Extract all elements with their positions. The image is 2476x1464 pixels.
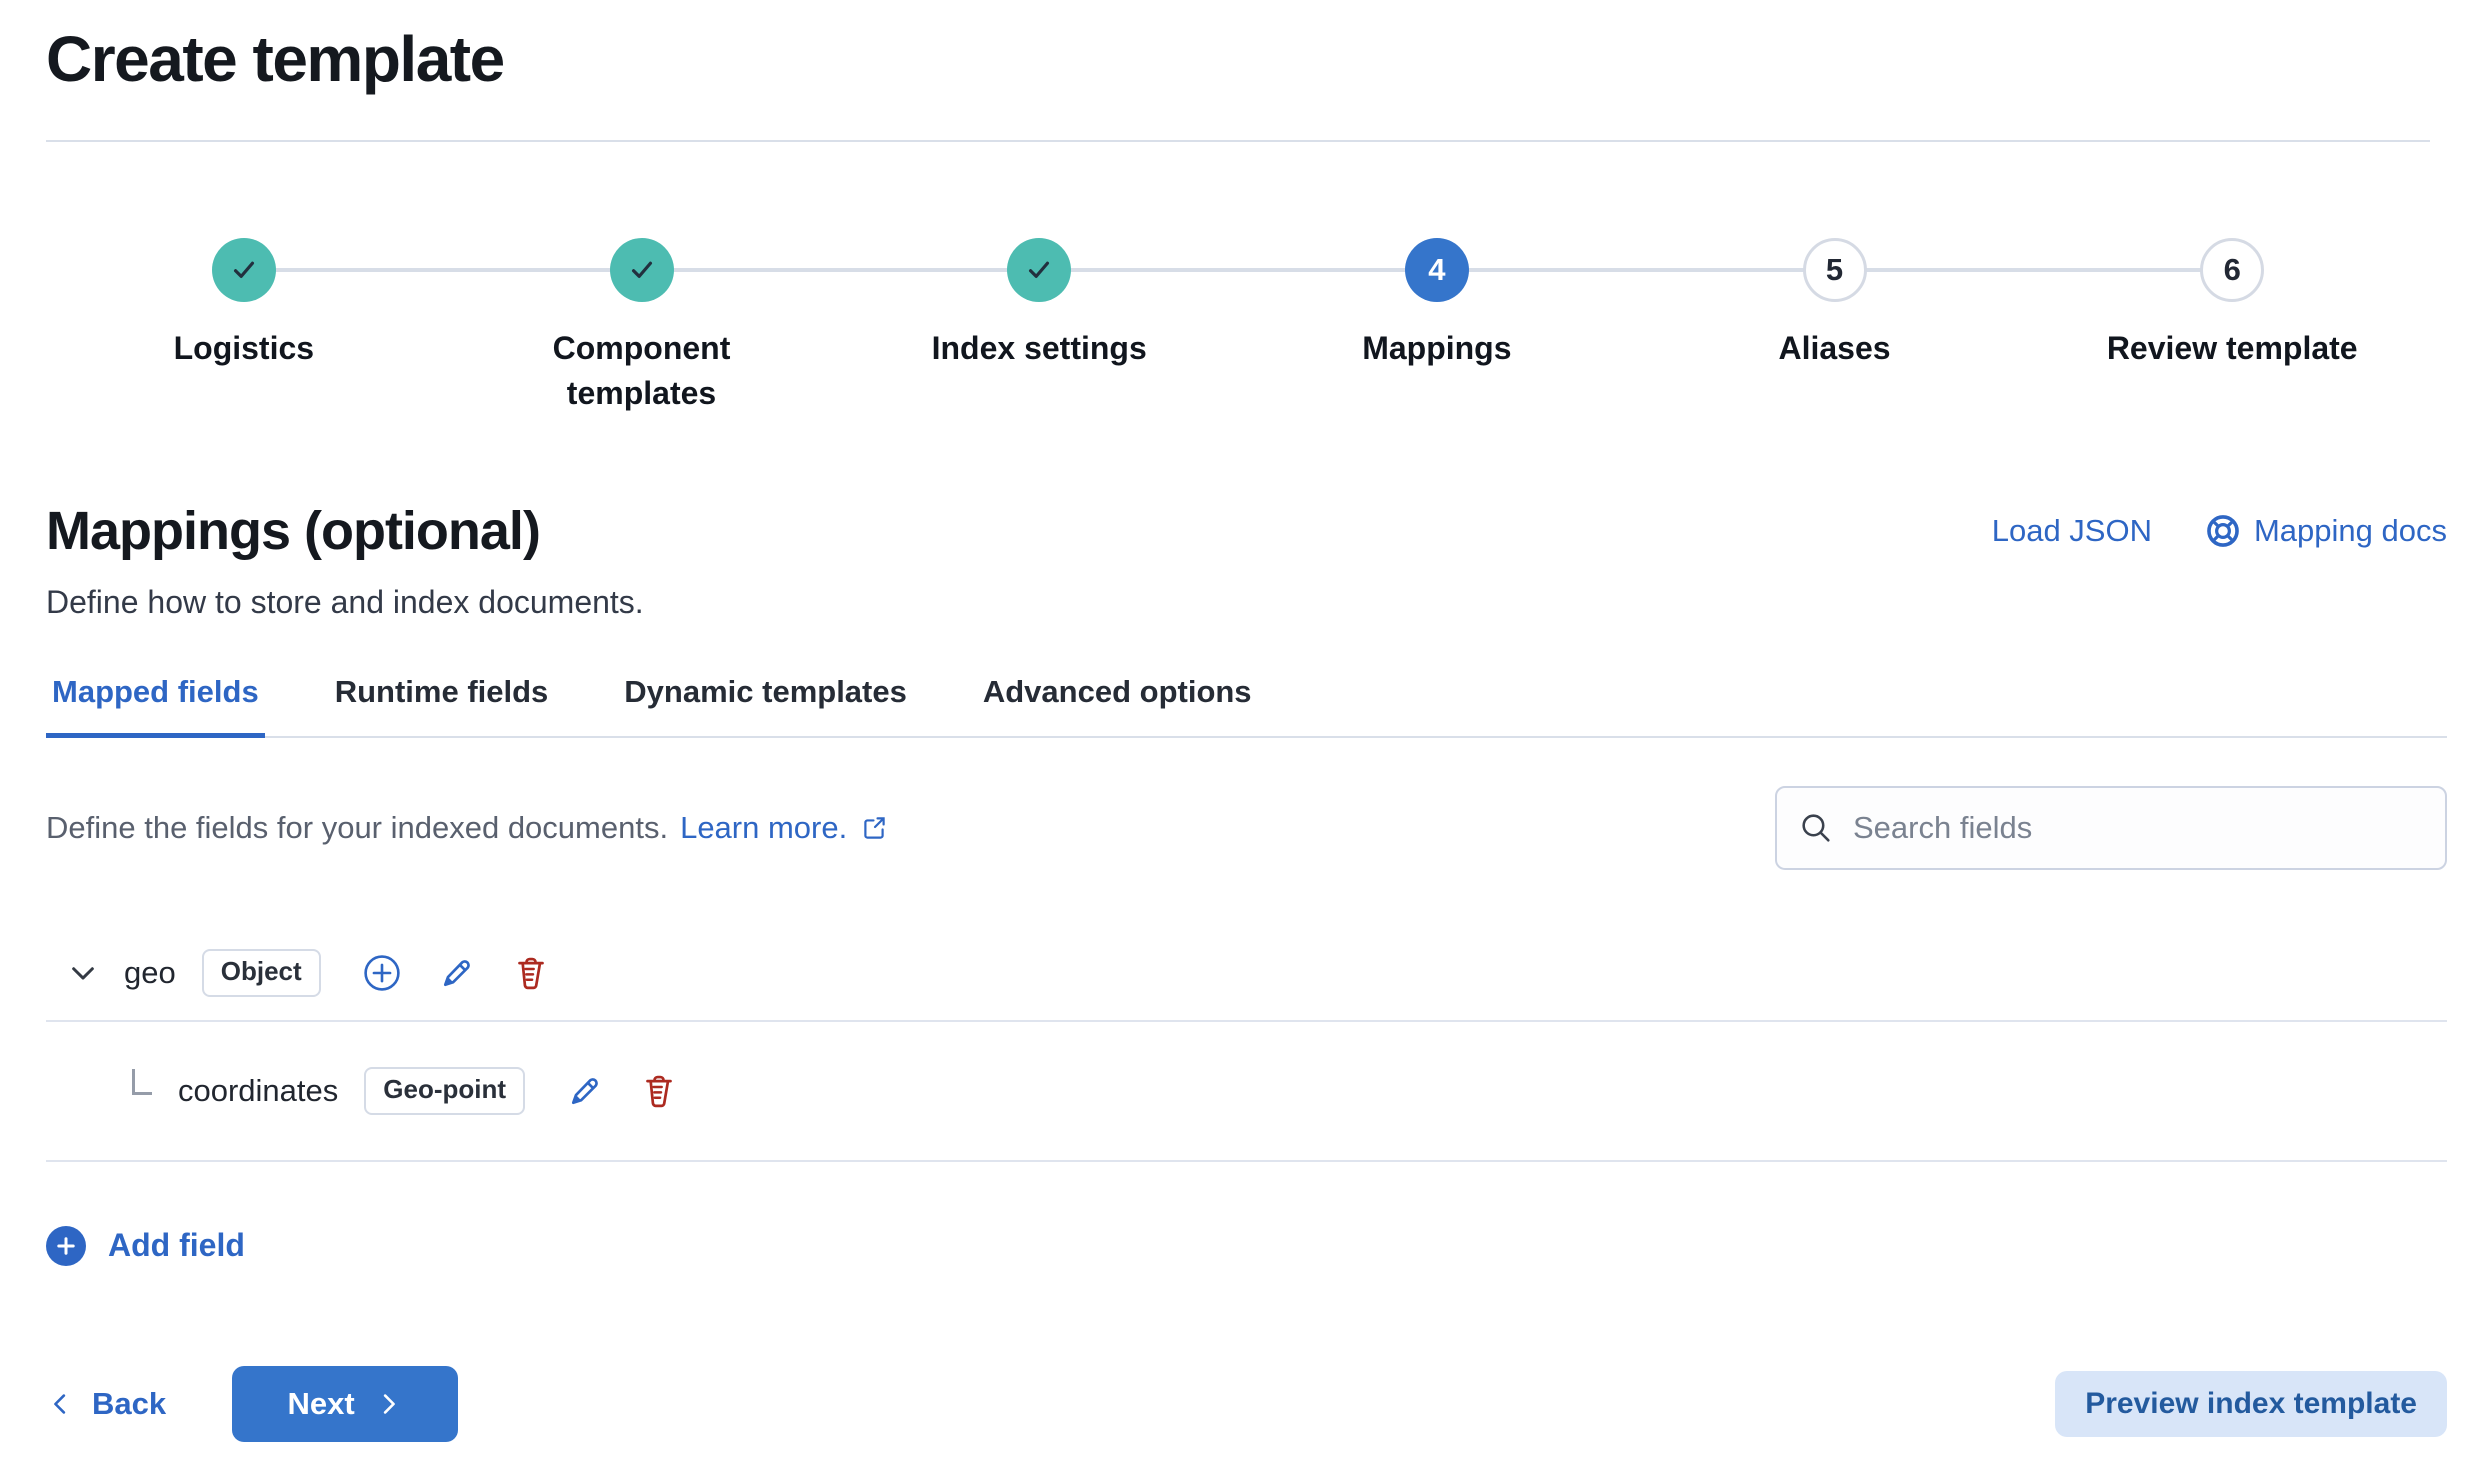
step-review-template: 6 Review template — [2033, 238, 2431, 416]
trash-icon — [513, 955, 549, 991]
load-json-button[interactable]: Load JSON — [1992, 513, 2152, 549]
tab-advanced-options[interactable]: Advanced options — [977, 673, 1258, 736]
header-divider — [46, 140, 2430, 142]
back-button[interactable]: Back — [46, 1386, 166, 1422]
step-number: 6 — [2224, 252, 2241, 288]
mappings-section: Mappings (optional) Load JSON Mapping do… — [0, 500, 2476, 1266]
plus-in-circle-icon — [363, 954, 401, 992]
plus-icon — [46, 1226, 86, 1266]
field-name: coordinates — [178, 1073, 338, 1109]
tree-connector-icon — [132, 1069, 152, 1095]
field-row-coordinates: coordinates Geo-point — [46, 1022, 2447, 1162]
learn-more-link[interactable]: Learn more. — [680, 810, 888, 846]
tab-dynamic-templates[interactable]: Dynamic templates — [618, 673, 913, 736]
next-button[interactable]: Next — [232, 1366, 458, 1442]
mapping-docs-label: Mapping docs — [2254, 513, 2447, 549]
learn-more-label: Learn more. — [680, 810, 847, 846]
chevron-right-icon — [375, 1390, 403, 1418]
step-circle-aliases[interactable]: 5 — [1803, 238, 1867, 302]
page-title: Create template — [46, 22, 2430, 96]
preview-index-template-button[interactable]: Preview index template — [2055, 1371, 2447, 1437]
search-fields-box — [1775, 786, 2447, 870]
step-circle-mappings[interactable]: 4 — [1405, 238, 1469, 302]
step-label: Review template — [2107, 326, 2358, 371]
step-label: Aliases — [1778, 326, 1890, 371]
step-mappings: 4 Mappings — [1238, 238, 1636, 416]
section-subtitle: Define how to store and index documents. — [46, 584, 2447, 621]
step-index-settings: Index settings — [840, 238, 1238, 416]
load-json-label: Load JSON — [1992, 513, 2152, 549]
field-row-geo: geo Object — [46, 926, 2447, 1022]
step-label: Mappings — [1362, 326, 1511, 371]
field-name: geo — [124, 955, 176, 991]
step-aliases: 5 Aliases — [1636, 238, 2034, 416]
delete-field-button[interactable] — [513, 955, 549, 991]
pencil-icon — [439, 955, 475, 991]
collapse-field-button[interactable] — [66, 956, 100, 990]
add-child-field-button[interactable] — [363, 954, 401, 992]
step-label: Index settings — [932, 326, 1147, 371]
chevron-left-icon — [46, 1390, 74, 1418]
pencil-icon — [567, 1073, 603, 1109]
step-circle-review-template[interactable]: 6 — [2200, 238, 2264, 302]
add-field-label: Add field — [108, 1227, 245, 1264]
step-label: Component templates — [502, 326, 782, 416]
next-label: Next — [288, 1386, 355, 1422]
delete-field-button[interactable] — [641, 1073, 677, 1109]
step-label: Logistics — [174, 326, 314, 371]
step-number: 4 — [1428, 252, 1445, 288]
mappings-tabs: Mapped fields Runtime fields Dynamic tem… — [46, 673, 2447, 738]
check-icon — [1024, 255, 1054, 285]
edit-field-button[interactable] — [567, 1073, 603, 1109]
wizard-stepper: Logistics Component templates Index sett… — [45, 238, 2431, 416]
tab-runtime-fields[interactable]: Runtime fields — [329, 673, 555, 736]
chevron-down-icon — [66, 956, 100, 990]
step-circle-component-templates[interactable] — [610, 238, 674, 302]
life-ring-icon — [2206, 514, 2240, 548]
field-type-badge: Geo-point — [364, 1067, 525, 1115]
mapping-docs-link[interactable]: Mapping docs — [2206, 513, 2447, 549]
step-component-templates: Component templates — [443, 238, 841, 416]
step-logistics: Logistics — [45, 238, 443, 416]
step-circle-index-settings[interactable] — [1007, 238, 1071, 302]
step-number: 5 — [1826, 252, 1843, 288]
edit-field-button[interactable] — [439, 955, 475, 991]
back-label: Back — [92, 1386, 166, 1422]
step-circle-logistics[interactable] — [212, 238, 276, 302]
fields-description-text: Define the fields for your indexed docum… — [46, 810, 668, 846]
search-icon — [1799, 811, 1833, 845]
fields-description: Define the fields for your indexed docum… — [46, 810, 888, 846]
check-icon — [229, 255, 259, 285]
trash-icon — [641, 1073, 677, 1109]
section-title: Mappings (optional) — [46, 500, 540, 562]
page-header: Create template — [0, 0, 2476, 142]
wizard-footer: Back Next Preview index template — [0, 1366, 2476, 1442]
mapped-fields-list: geo Object — [46, 926, 2447, 1162]
tab-mapped-fields[interactable]: Mapped fields — [46, 673, 265, 736]
field-type-badge: Object — [202, 949, 321, 997]
search-fields-input[interactable] — [1851, 809, 2423, 847]
external-link-icon — [861, 814, 888, 841]
check-icon — [627, 255, 657, 285]
add-field-button[interactable]: Add field — [46, 1226, 245, 1266]
